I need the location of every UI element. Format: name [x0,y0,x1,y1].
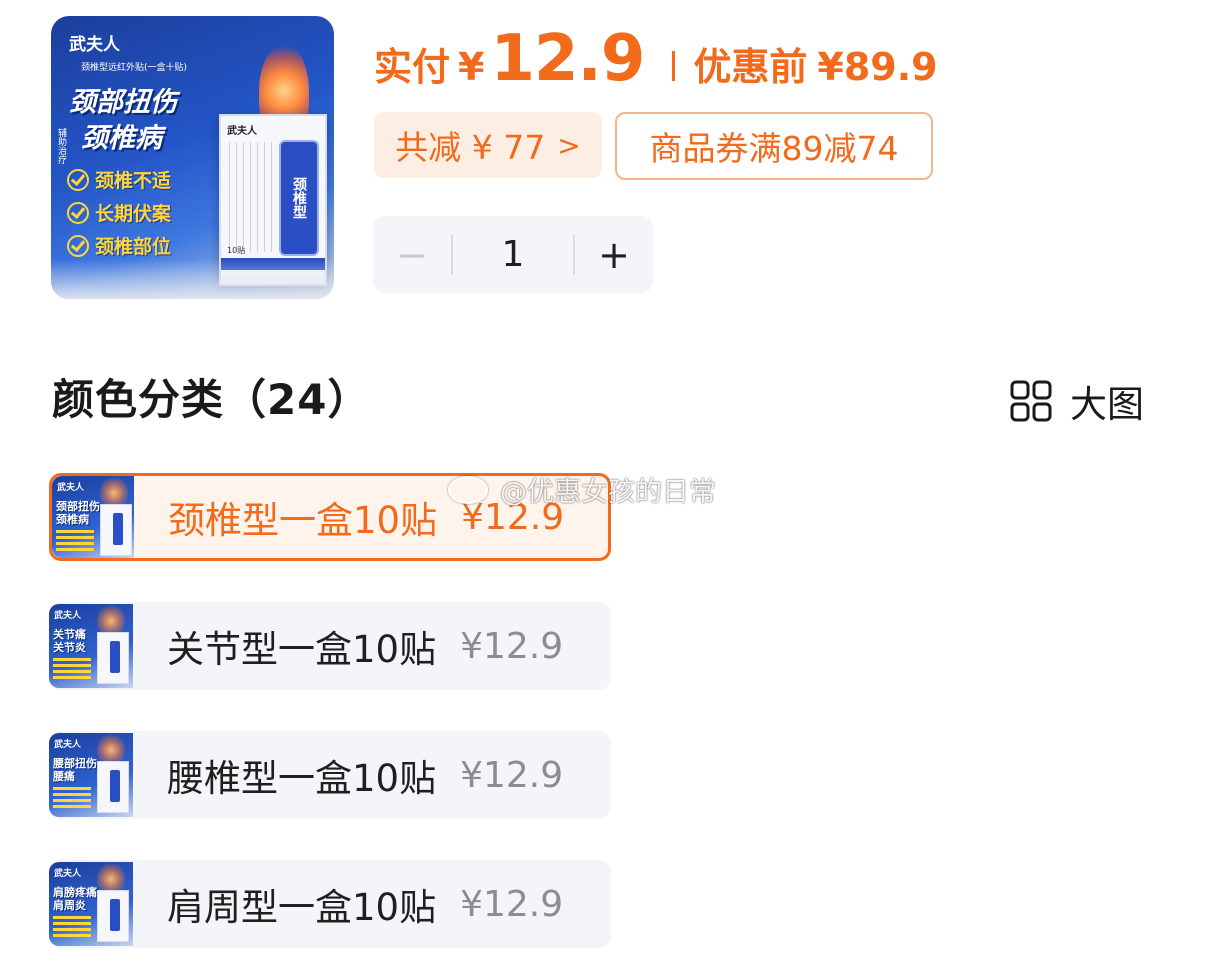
hero-headline-1: 颈部扭伤 [69,87,177,118]
price-divider [672,51,676,81]
variant-name: 腰椎型一盒10贴 [167,757,437,800]
thumb-box [97,632,129,684]
variant-name: 关节型一盒10贴 [167,628,437,671]
thumb-check-list [56,530,94,552]
box-label: 颈椎型 [279,140,319,256]
thumb-check-list [53,658,91,680]
thumb-brand: 武夫人 [54,611,82,621]
hero-subtitle: 颈椎型远红外贴(一盒十贴) [81,63,188,73]
total-discount-label: 共减 ¥ 77 [395,128,546,167]
variant-thumbnail: 武夫人 肩膀疼痛 肩周炎 [49,862,133,946]
decrease-quantity-button[interactable]: − [373,233,451,277]
big-view-toggle[interactable]: 大图 [1010,374,1144,428]
big-view-label: 大图 [1070,383,1144,426]
thumb-box [97,761,129,813]
quantity-input[interactable]: 1 [453,234,573,275]
increase-quantity-button[interactable]: + [575,233,653,277]
thumb-title: 关节痛 关节炎 [53,628,86,654]
coupon-badge[interactable]: 商品券满89减74 [615,112,933,180]
thumb-check-list [53,787,91,809]
variant-option[interactable]: 武夫人 肩膀疼痛 肩周炎 肩周型一盒10贴 ¥12.9 [49,860,611,948]
variant-thumbnail: 武夫人 腰部扭伤 腰痛 [49,733,133,817]
paid-currency: ¥ [458,45,485,89]
hero-brand: 武夫人 [69,35,120,55]
variant-price: ¥12.9 [460,883,564,925]
thumb-title: 颈部扭伤 颈椎病 [56,500,100,526]
hero-headline-2: 颈椎病 [81,123,162,154]
box-brand: 武夫人 [227,126,257,137]
check-circle-icon [67,201,89,224]
paid-label: 实付 [374,45,451,89]
hero-bottom-shade [51,259,334,299]
paid-price: 12.9 [490,22,645,96]
grid-four-squares-icon [1010,380,1052,422]
section-title: 颜色分类（24） [52,375,371,424]
before-price: ¥89.9 [817,45,938,89]
quantity-stepper: − 1 + [373,216,653,293]
chevron-right-icon: > [557,128,581,162]
variant-name: 肩周型一盒10贴 [167,886,437,929]
thumb-brand: 武夫人 [54,869,82,879]
variant-price: ¥12.9 [460,754,564,796]
variant-thumbnail: 武夫人 关节痛 关节炎 [49,604,133,688]
watermark-text: @优惠女孩的日常 [500,477,716,508]
check-circle-icon [67,168,89,191]
hero-check-item: 颈椎部位 [67,232,171,259]
variant-option[interactable]: 武夫人 腰部扭伤 腰痛 腰椎型一盒10贴 ¥12.9 [49,731,611,819]
hero-check-list: 颈椎不适 长期伏案 颈椎部位 [67,166,171,265]
product-main-image[interactable]: 武夫人 颈椎型远红外贴(一盒十贴) 颈部扭伤 颈椎病 辅助治疗 颈椎不适 长期伏… [51,16,334,299]
check-circle-icon [67,234,89,257]
box-text-lines [229,142,273,252]
variant-price: ¥12.9 [460,625,564,667]
thumb-title: 肩膀疼痛 肩周炎 [53,886,97,912]
thumb-brand: 武夫人 [54,740,82,750]
hero-side-text: 辅助治疗 [56,128,66,164]
thumb-brand: 武夫人 [57,483,85,493]
thumb-title: 腰部扭伤 腰痛 [53,757,97,783]
weibo-logo-icon [448,475,488,504]
thumb-box [100,504,132,556]
weibo-watermark: @优惠女孩的日常 [448,470,716,509]
box-count: 10贴 [227,246,246,255]
price-row: 实付 ¥ 12.9 优惠前 ¥89.9 [374,22,938,102]
hero-check-item: 颈椎不适 [67,166,171,193]
before-label: 优惠前 [693,45,808,89]
total-discount-button[interactable]: 共减 ¥ 77 > [374,112,602,178]
thumb-check-list [53,916,91,938]
variant-name: 颈椎型一盒10贴 [168,499,438,542]
thumb-box [97,890,129,942]
hero-check-item: 长期伏案 [67,199,171,226]
variant-thumbnail: 武夫人 颈部扭伤 颈椎病 [52,476,134,558]
variant-option[interactable]: 武夫人 关节痛 关节炎 关节型一盒10贴 ¥12.9 [49,602,611,690]
